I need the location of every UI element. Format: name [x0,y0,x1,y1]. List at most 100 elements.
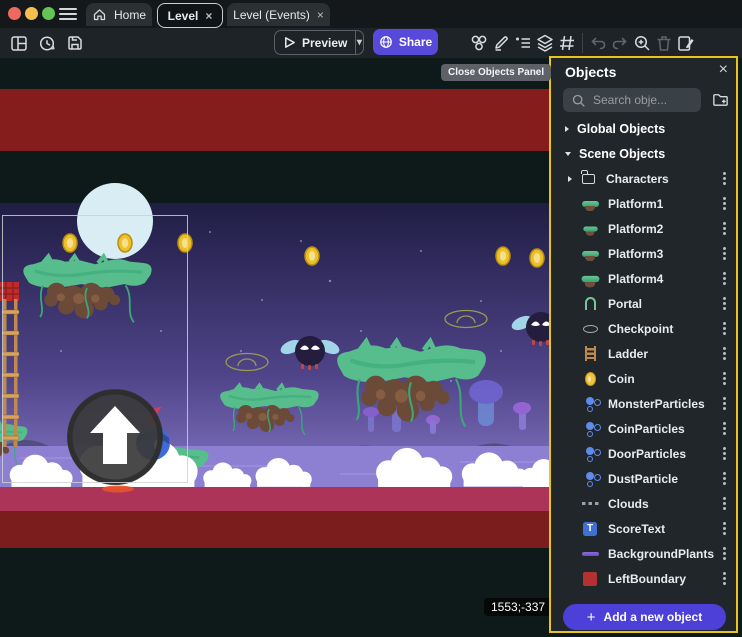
toolbar-divider [582,33,583,53]
object-row-scoretext[interactable]: ScoreText [551,516,738,541]
chevron-down-icon [565,152,571,156]
particles-icon [586,447,594,455]
object-row-platform1[interactable]: Platform1 [551,191,738,216]
platform-icon [581,275,599,281]
coin-sprite-2[interactable] [118,234,132,252]
object-row-backgroundplants[interactable]: BackgroundPlants [551,541,738,566]
particles-icon [586,422,594,430]
kebab-menu-icon[interactable] [723,452,726,455]
objects-panel: Objects × Search obje... Global Objects … [551,58,738,633]
coin-sprite-5[interactable] [496,247,510,265]
panels-icon[interactable] [8,32,30,54]
object-row-leftboundary[interactable]: LeftBoundary [551,566,738,591]
bottom-pink-band[interactable] [0,487,549,511]
home-icon [92,7,107,22]
window-zoom-button[interactable] [42,7,55,20]
object-row-portal[interactable]: Portal [551,291,738,316]
kebab-menu-icon[interactable] [723,202,726,205]
edit-icon[interactable] [490,32,512,54]
kebab-menu-icon[interactable] [723,577,726,580]
kebab-menu-icon[interactable] [723,402,726,405]
object-row-dustparticle[interactable]: DustParticle [551,466,738,491]
object-row-coinparticles[interactable]: CoinParticles [551,416,738,441]
top-boundary-object[interactable] [0,89,549,151]
tab-level-events-close-icon[interactable]: × [317,9,324,21]
section-scene-objects[interactable]: Scene Objects [551,141,738,166]
save-icon[interactable] [64,32,86,54]
instances-grid-icon[interactable] [556,32,578,54]
zoom-icon[interactable] [631,32,653,54]
ladder-icon [585,346,596,361]
object-row-characters[interactable]: Characters [551,166,738,191]
plus-icon: + [587,610,596,625]
kebab-menu-icon[interactable] [723,252,726,255]
coin-icon [585,372,596,386]
kebab-menu-icon[interactable] [723,527,726,530]
main-menu-icon[interactable] [59,8,77,10]
search-input[interactable]: Search obje... [563,88,701,112]
tab-home[interactable]: Home [86,3,152,26]
tab-level[interactable]: Level × [157,3,223,28]
tab-level-close-icon[interactable]: × [205,10,212,22]
layers-icon[interactable] [534,32,556,54]
play-icon [283,36,296,49]
object-row-monsterparticles[interactable]: MonsterParticles [551,391,738,416]
kebab-menu-icon[interactable] [723,277,726,280]
platform-icon [582,201,599,207]
kebab-menu-icon[interactable] [723,227,726,230]
object-row-clouds[interactable]: Clouds [551,491,738,516]
object-row-coin[interactable]: Coin [551,366,738,391]
add-folder-icon[interactable] [711,90,730,114]
bottom-boundary-object[interactable] [0,511,549,548]
object-row-ladder[interactable]: Ladder [551,341,738,366]
dashes-icon [582,502,599,505]
object-row-doorparticles[interactable]: DoorParticles [551,441,738,466]
section-global-objects[interactable]: Global Objects [551,116,738,141]
moon-sprite[interactable] [77,183,153,259]
share-button[interactable]: Share [373,29,438,55]
kebab-menu-icon[interactable] [723,352,726,355]
coin-sprite-3[interactable] [178,234,192,252]
tab-bar: Home Level × Level (Events) × [0,0,742,28]
object-groups-icon[interactable] [468,32,490,54]
kebab-menu-icon[interactable] [723,502,726,505]
window-close-button[interactable] [8,7,21,20]
undo-icon[interactable] [587,32,609,54]
tab-home-label: Home [114,8,146,22]
kebab-menu-icon[interactable] [723,177,726,180]
coin-sprite-6[interactable] [530,249,544,267]
portal-icon [585,297,596,310]
kebab-menu-icon[interactable] [723,302,726,305]
panel-title: Objects [565,64,616,80]
coin-sprite-1[interactable] [63,234,77,252]
history-icon[interactable] [36,32,58,54]
object-row-platform2[interactable]: Platform2 [551,216,738,241]
delete-icon[interactable] [653,32,675,54]
edit-scene-icon[interactable] [675,32,697,54]
globe-icon [379,35,393,49]
kebab-menu-icon[interactable] [723,477,726,480]
jump-button-sprite[interactable] [67,389,163,485]
folder-icon [582,174,595,184]
kebab-menu-icon[interactable] [723,327,726,330]
coin-sprite-4[interactable] [305,247,319,265]
redo-icon[interactable] [609,32,631,54]
object-row-platform3[interactable]: Platform3 [551,241,738,266]
add-new-object-button[interactable]: + Add a new object [563,604,726,630]
window-minimize-button[interactable] [25,7,38,20]
kebab-menu-icon[interactable] [723,552,726,555]
preview-button[interactable]: Preview ▾ [274,30,364,55]
panel-close-icon[interactable]: × [719,62,728,78]
particles-icon [586,397,594,405]
scene-editor-canvas[interactable] [0,58,549,637]
chevron-right-icon [568,176,572,182]
preview-dropdown-icon[interactable]: ▾ [356,37,363,48]
kebab-menu-icon[interactable] [723,377,726,380]
object-row-platform4[interactable]: Platform4 [551,266,738,291]
object-row-checkpoint[interactable]: Checkpoint [551,316,738,341]
tab-level-label: Level [168,9,199,23]
properties-icon[interactable] [512,32,534,54]
search-icon [571,93,586,108]
kebab-menu-icon[interactable] [723,427,726,430]
tab-level-events[interactable]: Level (Events) × [227,3,330,26]
